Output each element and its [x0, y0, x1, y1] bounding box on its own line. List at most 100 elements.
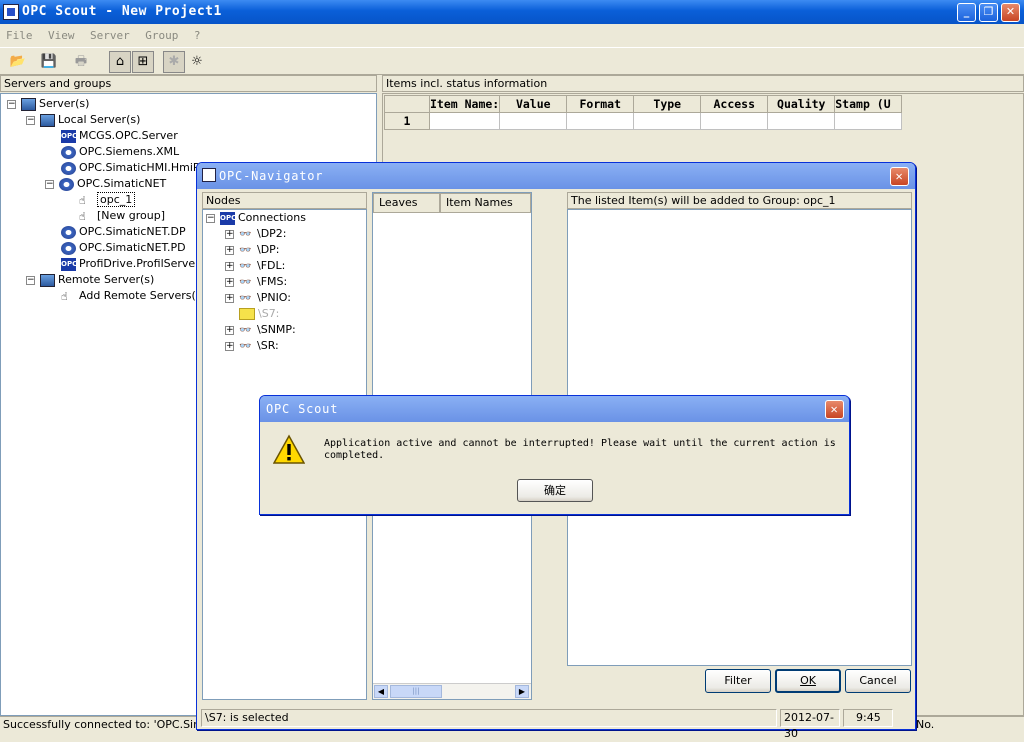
tree-item-servers[interactable]: − Server(s)	[7, 97, 89, 111]
expand-icon[interactable]: +	[225, 293, 234, 303]
binoculars-icon: 👓	[239, 276, 252, 288]
message-close-button[interactable]: ✕	[825, 400, 844, 419]
collapse-icon[interactable]: −	[7, 99, 16, 109]
scroll-right-icon[interactable]: ▶	[515, 685, 529, 698]
navigator-status: \S7: is selected	[201, 709, 777, 727]
gear-icon	[61, 241, 76, 255]
tree-item-add-remote[interactable]: ☝ Add Remote Servers(s)	[61, 289, 206, 303]
menu-bar: File View Server Group ?	[0, 26, 1024, 46]
column-stamp[interactable]: Stamp (U	[834, 95, 903, 113]
tree-item-simaticnet-pd[interactable]: OPC.SimaticNET.PD	[61, 241, 186, 255]
collapse-icon[interactable]: −	[26, 115, 35, 125]
filter-button[interactable]: Filter	[705, 669, 771, 693]
ok-button[interactable]: OK	[775, 669, 841, 693]
menu-server[interactable]: Server	[90, 26, 130, 46]
navigator-title: OPC-Navigator	[219, 169, 324, 183]
table-cell[interactable]	[428, 112, 501, 130]
row-number: 1	[384, 112, 430, 130]
tree-item-remote-servers[interactable]: − Remote Server(s)	[26, 273, 154, 287]
table-cell[interactable]	[700, 112, 769, 130]
horizontal-scrollbar[interactable]: ◀ ||| ▶	[373, 683, 531, 699]
network-icon[interactable]: ⌂	[109, 51, 131, 73]
minimize-button[interactable]: _	[957, 3, 976, 22]
binoculars-icon: 👓	[239, 228, 252, 240]
leaves-header[interactable]: Leaves	[373, 193, 440, 213]
menu-file[interactable]: File	[6, 26, 33, 46]
node-s7[interactable]: \S7:	[239, 307, 279, 321]
folder-icon	[239, 308, 255, 320]
opc-icon: OPC	[220, 211, 236, 225]
node-pnio[interactable]: + 👓 \PNIO:	[225, 291, 291, 305]
open-icon[interactable]: 📂	[7, 51, 29, 73]
bug-icon[interactable]: ✱	[163, 51, 185, 73]
expand-icon[interactable]: +	[225, 341, 234, 351]
navigator-date: 2012-07-30	[780, 709, 840, 740]
confirm-button[interactable]: 确定	[517, 479, 593, 502]
expand-icon[interactable]: +	[225, 325, 234, 335]
restore-button[interactable]: ❐	[979, 3, 998, 22]
column-value[interactable]: Value	[499, 95, 568, 113]
navigator-title-bar: OPC-Navigator ✕	[197, 163, 915, 189]
group-header: The listed Item(s) will be added to Grou…	[567, 192, 912, 209]
warning-icon	[273, 434, 305, 464]
tree-item-simaticnet-dp[interactable]: OPC.SimaticNET.DP	[61, 225, 186, 239]
expand-icon[interactable]: +	[225, 229, 234, 239]
add-item-icon[interactable]: ⊞	[132, 51, 154, 73]
save-icon[interactable]: 💾	[38, 51, 60, 73]
servers-panel-header: Servers and groups	[0, 75, 377, 92]
scroll-left-icon[interactable]: ◀	[374, 685, 388, 698]
table-row[interactable]: 1	[384, 112, 903, 130]
close-button[interactable]: ✕	[1001, 3, 1020, 22]
item-names-header[interactable]: Item Names	[440, 193, 531, 213]
expand-icon[interactable]: +	[225, 261, 234, 271]
table-cell[interactable]	[834, 112, 903, 130]
scroll-thumb[interactable]: |||	[390, 685, 442, 698]
cancel-button[interactable]: Cancel	[845, 669, 911, 693]
group-icon: ☝	[79, 209, 86, 223]
collapse-icon[interactable]: −	[45, 179, 54, 189]
node-snmp[interactable]: + 👓 \SNMP:	[225, 323, 296, 337]
table-cell[interactable]	[633, 112, 702, 130]
collapse-icon[interactable]: −	[26, 275, 35, 285]
node-connections[interactable]: − OPC Connections	[206, 211, 306, 225]
column-quality[interactable]: Quality	[767, 95, 836, 113]
tree-item-new-group[interactable]: ☝ [New group]	[79, 209, 165, 223]
tree-item-opc1[interactable]: ☝ opc_1	[79, 192, 136, 207]
items-table[interactable]: Item Name: Value Format Type Access Qual…	[384, 95, 903, 130]
node-dp2[interactable]: + 👓 \DP2:	[225, 227, 287, 241]
column-format[interactable]: Format	[566, 95, 635, 113]
node-fdl[interactable]: + 👓 \FDL:	[225, 259, 285, 273]
menu-group[interactable]: Group	[145, 26, 178, 46]
menu-help[interactable]: ?	[194, 26, 201, 46]
tree-item-simaticnet[interactable]: − OPC.SimaticNET	[45, 177, 166, 191]
collapse-icon[interactable]: −	[206, 213, 215, 223]
column-access[interactable]: Access	[700, 95, 769, 113]
window-title: OPC Scout - New Project1	[22, 4, 222, 19]
node-fms[interactable]: + 👓 \FMS:	[225, 275, 287, 289]
column-item-name[interactable]: Item Name:	[428, 95, 501, 113]
menu-view[interactable]: View	[48, 26, 75, 46]
node-sr[interactable]: + 👓 \SR:	[225, 339, 279, 353]
table-cell[interactable]	[767, 112, 836, 130]
bulb-icon[interactable]: ☼	[186, 51, 208, 73]
tree-item-mcgs[interactable]: OPC MCGS.OPC.Server	[61, 129, 178, 143]
node-dp[interactable]: + 👓 \DP:	[225, 243, 280, 257]
table-cell[interactable]	[566, 112, 635, 130]
main-title-bar: OPC Scout - New Project1 _ ❐ ✕	[0, 0, 1024, 24]
print-icon[interactable]: 🖶	[70, 51, 92, 73]
column-type[interactable]: Type	[633, 95, 702, 113]
expand-icon[interactable]: +	[225, 277, 234, 287]
navigator-close-button[interactable]: ✕	[890, 167, 909, 186]
local-server-icon	[40, 113, 55, 127]
binoculars-icon: 👓	[239, 260, 252, 272]
tree-item-profidrive[interactable]: OPC ProfiDrive.ProfilServer	[61, 257, 200, 271]
main-status-right: No.	[916, 718, 935, 731]
tree-item-siemens-xml[interactable]: OPC.Siemens.XML	[61, 145, 179, 159]
expand-icon[interactable]: +	[225, 245, 234, 255]
table-cell[interactable]	[499, 112, 568, 130]
gear-icon	[59, 177, 74, 191]
tree-item-local-servers[interactable]: − Local Server(s)	[26, 113, 140, 127]
tree-item-simatic-hmi[interactable]: OPC.SimaticHMI.HmiRT	[61, 161, 207, 175]
nodes-header: Nodes	[202, 192, 367, 209]
gear-icon	[61, 145, 76, 159]
